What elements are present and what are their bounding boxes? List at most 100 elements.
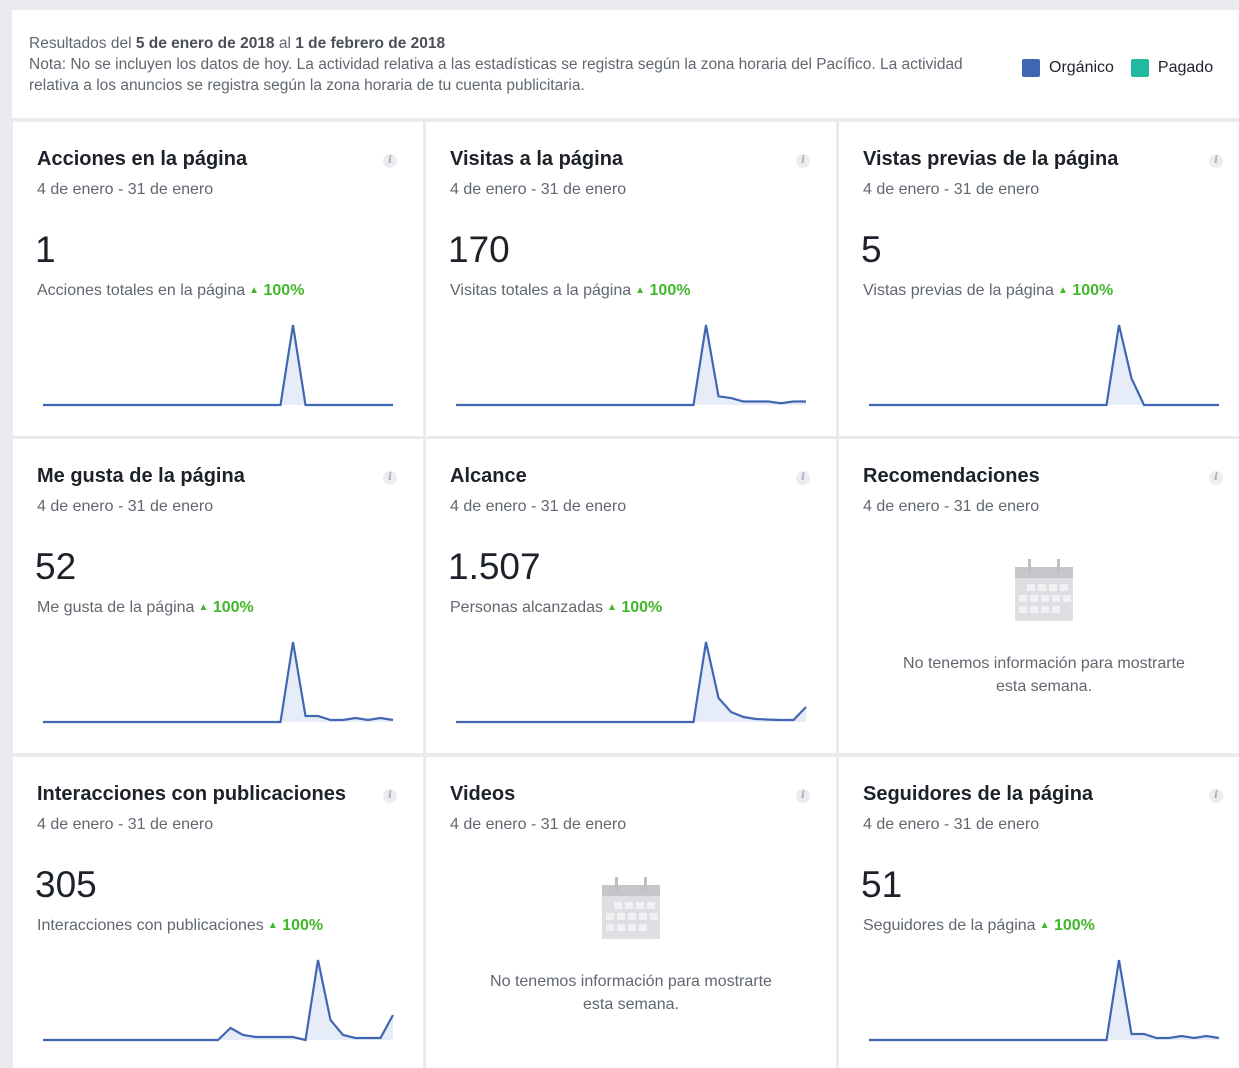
metric-label: Interacciones con publicaciones <box>37 917 264 934</box>
card-title: Alcance <box>450 465 527 487</box>
card-value: 5 <box>861 229 882 270</box>
empty-state: No tenemos información para mostrarte es… <box>426 877 836 1016</box>
up-arrow-icon: ▲ <box>198 602 209 613</box>
card-metric: Interacciones con publicaciones ▲ 100% <box>37 917 323 935</box>
sparkline-area <box>43 642 393 722</box>
sparkline-line <box>869 324 1219 407</box>
change-indicator: ▲ 100% <box>635 282 690 299</box>
results-prefix: Resultados del <box>29 35 136 52</box>
card-title: Recomendaciones <box>863 465 1040 487</box>
sparkline-area <box>43 960 393 1040</box>
metric-label: Me gusta de la página <box>37 599 195 616</box>
empty-message: No tenemos información para mostrarte es… <box>490 973 772 1013</box>
insights-grid: Acciones en la página i 4 de enero - 31 de… <box>12 118 1239 1068</box>
sparkline-area <box>456 642 806 722</box>
empty-message: No tenemos información para mostrarte es… <box>903 655 1185 695</box>
sparkline-area <box>869 960 1219 1040</box>
card-date-range: 4 de enero - 31 de enero <box>863 498 1040 515</box>
sparkline-chart <box>43 959 394 1042</box>
change-indicator: ▲ 100% <box>607 599 662 616</box>
info-icon[interactable]: i <box>796 471 810 485</box>
change-indicator: ▲ 100% <box>268 917 323 934</box>
sparkline-area <box>869 325 1219 405</box>
card-title: Interacciones con publicaciones <box>37 783 346 805</box>
info-icon[interactable]: i <box>1209 471 1223 485</box>
info-icon[interactable]: i <box>1209 789 1223 803</box>
change-value: 100% <box>212 599 254 616</box>
chart-legend: Orgánico Pagado <box>1022 59 1230 77</box>
insight-card[interactable]: Videos i 4 de enero - 31 de enero No tenem… <box>426 757 836 1068</box>
card-metric: Acciones totales en la página ▲ 100% <box>37 282 304 300</box>
metric-label: Vistas previas de la página <box>863 282 1054 299</box>
card-title: Me gusta de la página <box>37 465 245 487</box>
card-value: 170 <box>448 229 510 270</box>
up-arrow-icon: ▲ <box>606 602 617 613</box>
card-value: 1.507 <box>448 546 541 587</box>
card-date-range: 4 de enero - 31 de enero <box>37 181 214 198</box>
sparkline-chart <box>43 641 394 724</box>
info-icon[interactable]: i <box>383 789 397 803</box>
info-icon[interactable]: i <box>796 789 810 803</box>
card-date-range: 4 de enero - 31 de enero <box>450 498 627 515</box>
metric-label: Seguidores de la página <box>863 917 1036 934</box>
legend-organic-label: Orgánico <box>1049 59 1114 76</box>
sparkline-line <box>869 959 1220 1042</box>
sparkline-chart <box>456 324 806 407</box>
card-value: 1 <box>35 229 56 270</box>
legend-paid-label: Pagado <box>1157 59 1214 76</box>
insight-card[interactable]: Acciones en la página i 4 de enero - 31 de… <box>13 122 423 436</box>
results-header: Resultados del 5 de enero de 2018 al 1 d… <box>12 10 1239 118</box>
sparkline-line <box>43 324 393 407</box>
sparkline-chart <box>869 324 1219 407</box>
sparkline-line <box>43 959 394 1042</box>
card-date-range: 4 de enero - 31 de enero <box>37 498 214 515</box>
insight-card[interactable]: Interacciones con publicaciones i 4 de ene… <box>13 757 423 1068</box>
change-indicator: ▲ 100% <box>1058 282 1113 299</box>
change-indicator: ▲ 100% <box>249 282 304 299</box>
card-date-range: 4 de enero - 31 de enero <box>450 816 627 833</box>
results-note: Nota: No se incluyen los datos de hoy. L… <box>29 56 963 94</box>
card-date-range: 4 de enero - 31 de enero <box>450 181 627 198</box>
up-arrow-icon: ▲ <box>267 920 278 931</box>
sparkline-area <box>43 325 393 405</box>
info-icon[interactable]: i <box>383 471 397 485</box>
change-indicator: ▲ 100% <box>198 599 253 616</box>
change-value: 100% <box>649 282 691 299</box>
calendar-icon <box>602 877 660 939</box>
card-metric: Seguidores de la página ▲ 100% <box>863 917 1095 935</box>
sparkline-line <box>456 324 806 407</box>
insight-card[interactable]: Visitas a la página i 4 de enero - 31 de e… <box>426 122 836 436</box>
results-end-date: 1 de febrero de 2018 <box>295 35 446 52</box>
up-arrow-icon: ▲ <box>635 285 646 296</box>
insight-card[interactable]: Alcance i 4 de enero - 31 de enero 1.507 Per… <box>426 439 836 753</box>
card-metric: Visitas totales a la página ▲ 100% <box>450 282 690 300</box>
info-icon[interactable]: i <box>383 154 397 168</box>
card-metric: Me gusta de la página ▲ 100% <box>37 599 254 617</box>
metric-label: Visitas totales a la página <box>450 282 632 299</box>
sparkline-chart <box>43 324 393 407</box>
sparkline-area <box>456 325 806 405</box>
card-value: 51 <box>861 864 903 905</box>
sparkline-chart <box>456 641 807 724</box>
legend-paid-swatch <box>1130 59 1149 77</box>
results-mid: al <box>274 35 296 52</box>
info-icon[interactable]: i <box>1209 154 1223 168</box>
card-value: 305 <box>35 864 97 905</box>
empty-state: No tenemos información para mostrarte es… <box>839 559 1239 698</box>
card-title: Vistas previas de la página <box>863 148 1119 170</box>
results-description: Resultados del 5 de enero de 2018 al 1 d… <box>29 33 989 96</box>
card-value: 52 <box>35 546 77 587</box>
card-title: Acciones en la página <box>37 148 248 170</box>
change-value: 100% <box>1072 282 1114 299</box>
info-icon[interactable]: i <box>796 154 810 168</box>
change-value: 100% <box>263 282 305 299</box>
card-date-range: 4 de enero - 31 de enero <box>863 816 1040 833</box>
insight-card[interactable]: Seguidores de la página i 4 de enero - 31 … <box>839 757 1239 1068</box>
insight-card[interactable]: Me gusta de la página i 4 de enero - 31 de… <box>13 439 423 753</box>
insight-card[interactable]: Recomendaciones i 4 de enero - 31 de enero… <box>839 439 1239 753</box>
sparkline-line <box>43 641 394 724</box>
card-title: Seguidores de la página <box>863 783 1094 805</box>
card-title: Visitas a la página <box>450 148 624 170</box>
metric-label: Acciones totales en la página <box>37 282 246 299</box>
insight-card[interactable]: Vistas previas de la página i 4 de enero -… <box>839 122 1239 436</box>
